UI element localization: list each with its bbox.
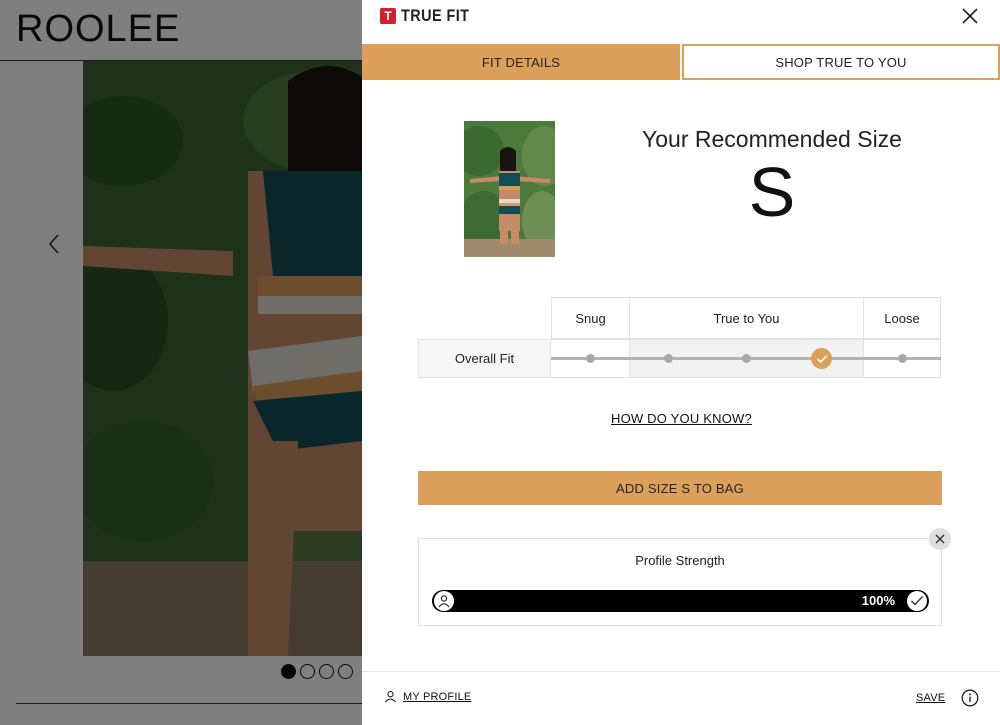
fit-column-loose: Loose xyxy=(863,297,941,339)
modal-tabs: FIT DETAILS SHOP TRUE TO YOU xyxy=(362,44,1000,81)
close-modal-button[interactable] xyxy=(960,6,980,26)
fit-scale-point xyxy=(742,354,751,363)
user-icon xyxy=(434,591,454,611)
recommended-size-title: Your Recommended Size xyxy=(642,126,902,152)
fit-table: Snug True to You Loose Overall Fit xyxy=(418,297,941,379)
check-icon xyxy=(907,591,927,611)
tab-shop-true-to-you[interactable]: SHOP TRUE TO YOU xyxy=(682,44,1000,80)
fit-row-label: Overall Fit xyxy=(418,339,551,378)
info-icon xyxy=(961,689,979,707)
profile-strength-bar: 100% xyxy=(432,590,929,612)
close-icon xyxy=(935,534,945,544)
save-link[interactable]: SAVE xyxy=(916,692,945,704)
true-fit-wordmark: TRUE FIT xyxy=(401,6,470,25)
product-thumbnail xyxy=(464,121,555,257)
fit-scale-point xyxy=(586,354,595,363)
fit-column-true-to-you: True to You xyxy=(629,297,864,339)
fit-scale-point xyxy=(898,354,907,363)
user-icon xyxy=(384,691,397,703)
close-icon xyxy=(962,8,978,24)
info-button[interactable] xyxy=(961,689,979,707)
recommended-size-value: S xyxy=(748,153,796,231)
modal-backdrop[interactable] xyxy=(0,0,362,725)
my-profile-label: MY PROFILE xyxy=(403,690,472,703)
add-to-bag-button[interactable]: ADD SIZE S TO BAG xyxy=(418,471,942,505)
profile-strength-percent: 100% xyxy=(861,593,895,608)
true-fit-logo: T TRUE FIT xyxy=(380,6,482,26)
fit-column-snug: Snug xyxy=(551,297,630,339)
true-fit-modal: T TRUE FIT FIT DETAILS SHOP TRUE TO YOU xyxy=(362,0,1000,725)
dismiss-profile-button[interactable] xyxy=(929,528,951,550)
how-do-you-know-link[interactable]: HOW DO YOU KNOW? xyxy=(611,411,752,426)
footer-divider xyxy=(362,671,1000,672)
tab-fit-details[interactable]: FIT DETAILS xyxy=(362,44,680,80)
true-fit-badge-icon: T xyxy=(380,8,396,24)
fit-selected-marker xyxy=(811,348,832,369)
profile-strength-card: Profile Strength 100% xyxy=(418,538,942,626)
check-icon xyxy=(816,354,827,363)
my-profile-link[interactable]: MY PROFILE xyxy=(384,690,471,703)
fit-scale-point xyxy=(664,354,673,363)
profile-strength-title: Profile Strength xyxy=(635,553,725,568)
